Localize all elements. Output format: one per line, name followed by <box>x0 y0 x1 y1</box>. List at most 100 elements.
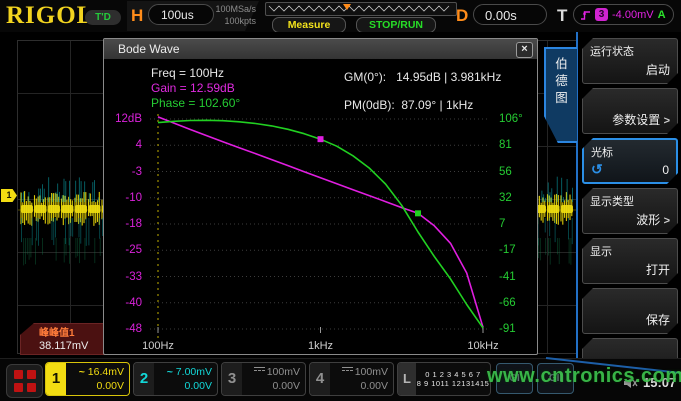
phase-tick: -17 <box>499 243 516 257</box>
digital-channels-row2: 8 9 1011 12131415 <box>416 379 490 388</box>
measure-button[interactable]: Measure <box>272 17 346 33</box>
channel-offset: 0.00V <box>242 379 300 393</box>
margin-marker <box>318 136 324 142</box>
channel-2-indicator[interactable]: 2~ 7.00mV0.00V <box>133 362 218 396</box>
trigger-label: T <box>557 6 567 26</box>
menu-square-icon <box>27 370 36 379</box>
channel-1-indicator[interactable]: 1~ 16.4mV0.00V <box>45 362 130 396</box>
channel-number: 4 <box>310 363 330 395</box>
triggered-status-badge: T'D <box>85 10 121 25</box>
gain-tick: -10 <box>125 191 142 205</box>
sidebar-item-3[interactable]: 光标↺ 0 <box>582 138 678 184</box>
menu-sidebar: 运行状态启动参数设置 >光标↺0显示类型波形 >显示打开保存接线图 <box>578 32 681 358</box>
channel-3-indicator[interactable]: 3100mV0.00V <box>221 362 306 396</box>
gain-tick: -18 <box>125 217 142 231</box>
freq-tick: 100Hz <box>136 340 180 352</box>
digital-channels-row1: 0 1 2 3 4 5 6 7 <box>416 370 490 379</box>
horizontal-label: H <box>131 6 143 26</box>
sample-rate: 100MSa/s <box>214 3 256 15</box>
channel-number: 2 <box>134 363 154 395</box>
phase-tick: 106° <box>499 112 523 126</box>
channel-offset: 0.00V <box>330 379 388 393</box>
sidebar-item-label: 运行状态 <box>590 43 634 59</box>
logic-pod-label: L <box>398 363 416 395</box>
sidebar-item-label: 光标 <box>591 144 613 160</box>
close-icon[interactable]: × <box>516 42 533 58</box>
sidebar-item-label: 显示类型 <box>590 193 634 209</box>
channel-offset: 0.00V <box>66 379 124 393</box>
sample-rate-readout: 100MSa/s 100kpts <box>214 3 256 27</box>
sidebar-item-1[interactable]: 运行状态启动 <box>582 38 678 84</box>
gain-tick: -25 <box>125 243 142 257</box>
ac-coupling-icon: ~ <box>79 366 85 378</box>
phase-tick: -91 <box>499 322 516 336</box>
margin-marker <box>415 210 421 216</box>
peak-peak-label: 峰峰值1 <box>39 327 106 340</box>
knob-icon: ↺ <box>591 161 603 178</box>
menu-square-icon <box>27 383 36 392</box>
chevron-right-icon: > <box>664 115 670 127</box>
phase-tick: 81 <box>499 138 512 152</box>
sidebar-item-2[interactable]: 参数设置 > <box>582 88 678 134</box>
gain-readout: Gain = 12.59dB <box>151 81 235 95</box>
trigger-source-badge: 3 <box>595 8 608 21</box>
timebase-button[interactable]: 100us <box>148 4 214 25</box>
phase-tick: 56 <box>499 165 512 179</box>
channel-scale: ~ 7.00mV <box>154 365 212 379</box>
phase-tick: 32 <box>499 191 512 205</box>
logic-pod-indicator[interactable]: L 0 1 2 3 4 5 6 7 8 9 1011 12131415 <box>397 362 491 396</box>
bode-wave-dialog: Bode Wave × Freq = 100Hz Gain = 12.59dB … <box>103 38 538 355</box>
freq-tick: 10kHz <box>461 340 505 352</box>
phase-tick: 7 <box>499 217 505 231</box>
watermark: www.cntronics.com <box>487 365 681 388</box>
channel-4-indicator[interactable]: 4100mV0.00V <box>309 362 394 396</box>
trigger-slope-icon <box>580 9 591 21</box>
delay-button[interactable]: 0.00s <box>473 4 547 25</box>
menu-square-icon <box>14 370 23 379</box>
phase-axis-ticks: 106°8156327-17-41-66-91 <box>496 114 538 340</box>
sidebar-item-value: 启动 <box>646 61 670 78</box>
bode-plot <box>148 114 496 340</box>
sidebar-item-label: 显示 <box>590 243 612 259</box>
quick-menu-button[interactable] <box>6 364 43 398</box>
channel1-position-marker[interactable]: 1 <box>1 189 17 202</box>
channel-offset: 0.00V <box>154 379 212 393</box>
menu-square-icon <box>14 383 23 392</box>
freq-axis-ticks: 100Hz1kHz10kHz <box>148 340 496 354</box>
phase-tick: -66 <box>499 296 516 310</box>
gain-tick: -48 <box>125 322 142 336</box>
sidebar-item-value: 打开 <box>646 261 670 278</box>
channel-number: 1 <box>46 363 66 395</box>
waveform-memory-bar[interactable] <box>265 2 457 16</box>
dc-coupling-icon <box>254 367 265 374</box>
freq-tick: 1kHz <box>299 340 343 352</box>
gain-tick: -40 <box>125 296 142 310</box>
sidebar-item-value: 参数设置 > <box>612 111 670 128</box>
sidebar-item-4[interactable]: 显示类型波形 > <box>582 188 678 234</box>
trigger-button[interactable]: 3 -4.00mV A <box>573 4 674 25</box>
gain-tick: -3 <box>132 165 142 179</box>
delay-label: D <box>456 6 468 26</box>
gain-tick: 4 <box>136 138 142 152</box>
channel-scale: 100mV <box>330 365 388 379</box>
gain-tick: -33 <box>125 270 142 284</box>
series-gain <box>158 117 483 327</box>
rigol-logo: RIGOL <box>6 2 94 30</box>
sidebar-item-value: 波形 > <box>636 211 670 228</box>
sidebar-item-6[interactable]: 保存 <box>582 288 678 334</box>
gain-tick: 12dB <box>115 112 142 126</box>
trigger-level: -4.00mV <box>612 9 654 21</box>
stop-run-button[interactable]: STOP/RUN <box>356 17 436 33</box>
dc-coupling-icon <box>342 367 353 374</box>
trigger-sweep-mode: A <box>658 9 666 21</box>
ac-coupling-icon: ~ <box>167 366 173 378</box>
sidebar-item-value: 0 <box>662 163 669 177</box>
gain-margin-readout: GM(0°): 14.95dB | 3.981kHz <box>344 70 501 84</box>
channel-scale: 100mV <box>242 365 300 379</box>
sidebar-item-5[interactable]: 显示打开 <box>582 238 678 284</box>
dialog-title[interactable]: Bode Wave <box>104 39 537 59</box>
freq-readout: Freq = 100Hz <box>151 66 224 80</box>
channel-scale: ~ 16.4mV <box>66 365 124 379</box>
peak-peak-value: 38.117mV <box>39 340 106 353</box>
measurement-result-badge[interactable]: 峰峰值1 38.117mV <box>20 323 107 355</box>
